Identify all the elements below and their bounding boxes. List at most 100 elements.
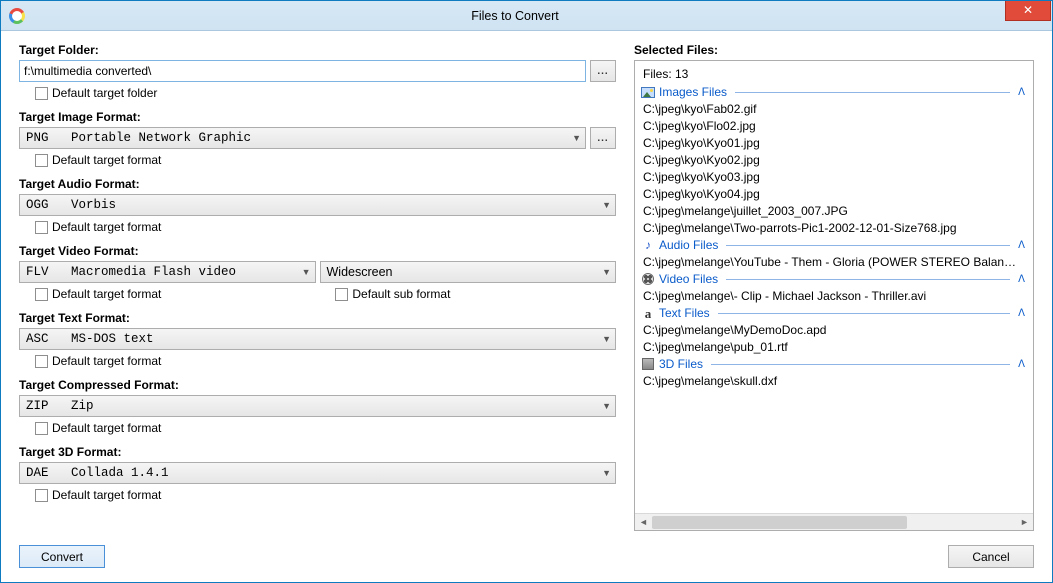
scroll-thumb[interactable] (652, 516, 907, 529)
file-group-header[interactable]: ♪Audio Filesᐱ (641, 238, 1031, 252)
default-image-label: Default target format (52, 153, 161, 167)
target-audio-label: Target Audio Format: (19, 177, 616, 191)
left-column: Target Folder: ... Default target folder… (19, 43, 616, 531)
default-text-checkbox[interactable] (35, 355, 48, 368)
chevron-down-icon: ▼ (602, 468, 611, 478)
group-label: Text Files (659, 306, 710, 320)
footer: Convert Cancel (1, 539, 1052, 582)
file-item[interactable]: C:\jpeg\melange\skull.dxf (643, 373, 1018, 389)
file-item[interactable]: C:\jpeg\melange\Two-parrots-Pic1-2002-12… (643, 220, 1018, 236)
target-video-label: Target Video Format: (19, 244, 616, 258)
chevron-down-icon: ▼ (602, 267, 611, 277)
close-icon: ✕ (1023, 3, 1033, 17)
text-icon: a (641, 306, 655, 320)
default-compressed-checkbox[interactable] (35, 422, 48, 435)
divider (718, 313, 1010, 314)
right-column: Selected Files: Files: 13 Images FilesᐱC… (634, 43, 1034, 531)
chevron-down-icon: ▼ (602, 401, 611, 411)
collapse-icon[interactable]: ᐱ (1018, 87, 1025, 98)
scroll-right-button[interactable]: ► (1016, 514, 1033, 531)
video-subformat-select[interactable]: Widescreen ▼ (320, 261, 617, 283)
file-group-header[interactable]: Images Files ᐱ (641, 85, 1031, 99)
file-group-header[interactable]: a Text Files ᐱ (641, 306, 1031, 320)
compressed-format-value: ZIP Zip (26, 399, 94, 413)
chevron-down-icon: ▼ (302, 267, 311, 277)
compressed-format-select[interactable]: ZIP Zip ▼ (19, 395, 616, 417)
titlebar[interactable]: Files to Convert ✕ (1, 1, 1052, 31)
target-text-label: Target Text Format: (19, 311, 616, 325)
window-title: Files to Convert (25, 9, 1005, 23)
default-folder-checkbox[interactable] (35, 87, 48, 100)
group-label: Images Files (659, 85, 727, 99)
group-label: 3D Files (659, 357, 703, 371)
video-format-select[interactable]: FLV Macromedia Flash video ▼ (19, 261, 316, 283)
default-text-label: Default target format (52, 354, 161, 368)
collapse-icon[interactable]: ᐱ (1018, 308, 1025, 319)
file-item[interactable]: C:\jpeg\melange\juillet_2003_007.JPG (643, 203, 1018, 219)
file-item[interactable]: C:\jpeg\kyo\Fab02.gif (643, 101, 1018, 117)
file-item[interactable]: C:\jpeg\kyo\Flo02.jpg (643, 118, 1018, 134)
image-format-select[interactable]: PNG Portable Network Graphic ▼ (19, 127, 586, 149)
default-folder-label: Default target folder (52, 86, 157, 100)
threed-format-select[interactable]: DAE Collada 1.4.1 ▼ (19, 462, 616, 484)
text-format-value: ASC MS-DOS text (26, 332, 154, 346)
video-icon (641, 272, 655, 286)
file-item[interactable]: C:\jpeg\kyo\Kyo02.jpg (643, 152, 1018, 168)
video-format-value: FLV Macromedia Flash video (26, 265, 236, 279)
browse-folder-button[interactable]: ... (590, 60, 616, 82)
chevron-down-icon: ▼ (602, 334, 611, 344)
chevron-down-icon: ▼ (602, 200, 611, 210)
target-image-label: Target Image Format: (19, 110, 616, 124)
file-item[interactable]: C:\jpeg\kyo\Kyo04.jpg (643, 186, 1018, 202)
3d-icon (641, 357, 655, 371)
file-item[interactable]: C:\jpeg\melange\YouTube - Them - Gloria … (643, 254, 1018, 270)
collapse-icon[interactable]: ᐱ (1018, 359, 1025, 370)
divider (726, 279, 1010, 280)
img-icon (641, 85, 655, 99)
scroll-left-button[interactable]: ◄ (635, 514, 652, 531)
audio-format-value: OGG Vorbis (26, 198, 116, 212)
default-image-checkbox[interactable] (35, 154, 48, 167)
default-video-label: Default target format (52, 287, 161, 301)
divider (711, 364, 1010, 365)
scroll-track[interactable] (652, 514, 1016, 530)
window-frame: Files to Convert ✕ Target Folder: ... De… (0, 0, 1053, 583)
default-subformat-checkbox[interactable] (335, 288, 348, 301)
group-label: Video Files (659, 272, 718, 286)
default-3d-checkbox[interactable] (35, 489, 48, 502)
text-format-select[interactable]: ASC MS-DOS text ▼ (19, 328, 616, 350)
file-item[interactable]: C:\jpeg\kyo\Kyo01.jpg (643, 135, 1018, 151)
convert-button[interactable]: Convert (19, 545, 105, 568)
chevron-down-icon: ▼ (572, 133, 581, 143)
image-format-options-button[interactable]: ... (590, 127, 616, 149)
app-icon (9, 8, 25, 24)
file-count: Files: 13 (643, 67, 1029, 81)
file-item[interactable]: C:\jpeg\melange\pub_01.rtf (643, 339, 1018, 355)
cancel-button[interactable]: Cancel (948, 545, 1034, 568)
file-item[interactable]: C:\jpeg\melange\- Clip - Michael Jackson… (643, 288, 1018, 304)
default-audio-label: Default target format (52, 220, 161, 234)
default-video-checkbox[interactable] (35, 288, 48, 301)
audio-format-select[interactable]: OGG Vorbis ▼ (19, 194, 616, 216)
file-list-inner: Files: 13 Images FilesᐱC:\jpeg\kyo\Fab02… (635, 61, 1033, 513)
file-item[interactable]: C:\jpeg\kyo\Kyo03.jpg (643, 169, 1018, 185)
default-subformat-label: Default sub format (352, 287, 450, 301)
collapse-icon[interactable]: ᐱ (1018, 274, 1025, 285)
horizontal-scrollbar[interactable]: ◄ ► (635, 513, 1033, 530)
target-3d-label: Target 3D Format: (19, 445, 616, 459)
target-folder-input[interactable] (19, 60, 586, 82)
divider (726, 245, 1010, 246)
file-group-header[interactable]: Video Files ᐱ (641, 272, 1031, 286)
target-folder-label: Target Folder: (19, 43, 616, 57)
file-item[interactable]: C:\jpeg\melange\MyDemoDoc.apd (643, 322, 1018, 338)
close-button[interactable]: ✕ (1005, 1, 1051, 21)
selected-files-label: Selected Files: (634, 43, 1034, 57)
default-compressed-label: Default target format (52, 421, 161, 435)
video-subformat-value: Widescreen (327, 265, 393, 279)
default-audio-checkbox[interactable] (35, 221, 48, 234)
collapse-icon[interactable]: ᐱ (1018, 240, 1025, 251)
selected-files-list[interactable]: Files: 13 Images FilesᐱC:\jpeg\kyo\Fab02… (634, 60, 1034, 531)
file-group-header[interactable]: 3D Files ᐱ (641, 357, 1031, 371)
threed-format-value: DAE Collada 1.4.1 (26, 466, 169, 480)
group-label: Audio Files (659, 238, 718, 252)
